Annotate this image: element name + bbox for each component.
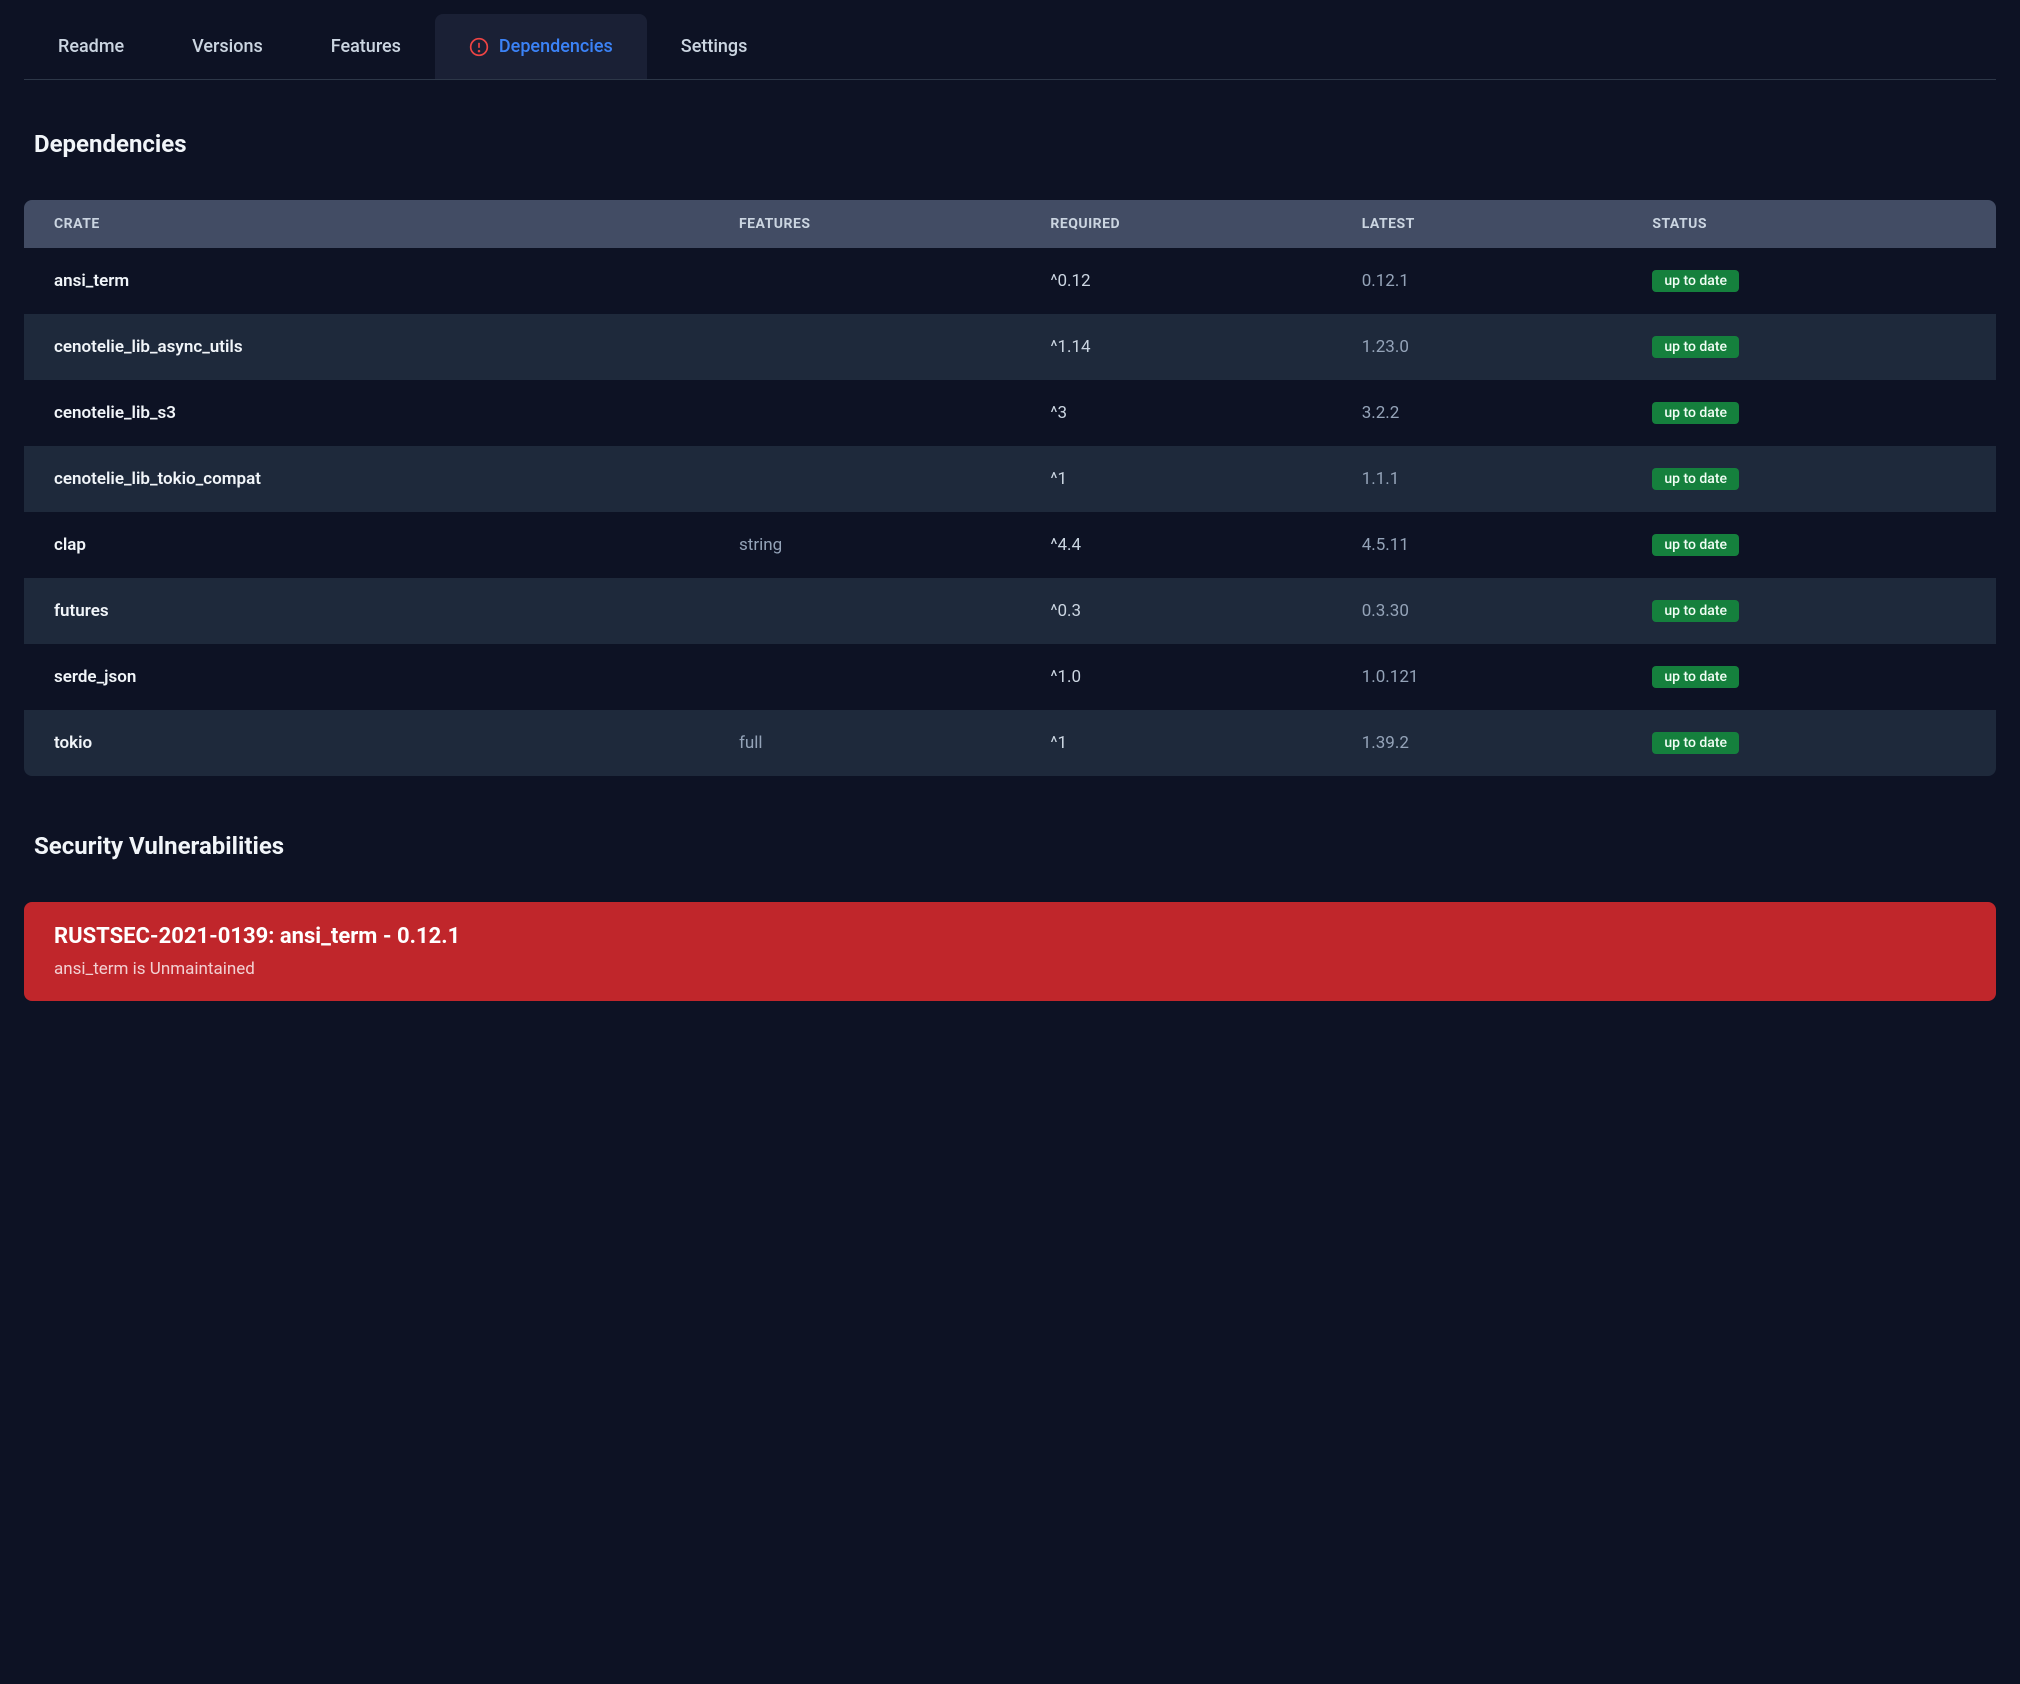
latest-cell: 0.12.1 (1332, 248, 1623, 314)
features-cell: string (709, 512, 1020, 578)
status-cell: up to date (1622, 248, 1996, 314)
security-heading: Security Vulnerabilities (24, 832, 1996, 860)
crate-name-cell: serde_json (24, 644, 709, 710)
features-cell (709, 446, 1020, 512)
header-status: STATUS (1622, 200, 1996, 248)
vulnerability-card[interactable]: RUSTSEC-2021-0139: ansi_term - 0.12.1 an… (24, 902, 1996, 1001)
alert-icon (469, 37, 489, 57)
crate-name-cell: clap (24, 512, 709, 578)
status-badge: up to date (1652, 402, 1739, 424)
tab-dependencies[interactable]: Dependencies (435, 14, 647, 79)
tab-settings[interactable]: Settings (647, 14, 782, 79)
required-cell: ^0.3 (1020, 578, 1331, 644)
crate-name-cell: futures (24, 578, 709, 644)
header-latest: LATEST (1332, 200, 1623, 248)
required-cell: ^3 (1020, 380, 1331, 446)
latest-cell: 1.39.2 (1332, 710, 1623, 776)
tab-readme[interactable]: Readme (24, 14, 158, 79)
table-row[interactable]: clapstring^4.44.5.11 up to date (24, 512, 1996, 578)
status-cell: up to date (1622, 710, 1996, 776)
tab-label: Readme (58, 36, 124, 57)
status-badge: up to date (1652, 666, 1739, 688)
required-cell: ^1.0 (1020, 644, 1331, 710)
features-cell (709, 644, 1020, 710)
vulnerability-description: ansi_term is Unmaintained (54, 959, 1966, 979)
features-cell (709, 578, 1020, 644)
status-cell: up to date (1622, 644, 1996, 710)
tab-label: Features (331, 36, 401, 57)
status-cell: up to date (1622, 446, 1996, 512)
crate-name-cell: cenotelie_lib_async_utils (24, 314, 709, 380)
required-cell: ^1 (1020, 446, 1331, 512)
crate-name-cell: cenotelie_lib_tokio_compat (24, 446, 709, 512)
latest-cell: 1.23.0 (1332, 314, 1623, 380)
status-cell: up to date (1622, 578, 1996, 644)
features-cell (709, 380, 1020, 446)
table-row[interactable]: cenotelie_lib_async_utils ^1.141.23.0 up t… (24, 314, 1996, 380)
required-cell: ^1 (1020, 710, 1331, 776)
crate-name-cell: ansi_term (24, 248, 709, 314)
tab-label: Versions (192, 36, 263, 57)
status-cell: up to date (1622, 314, 1996, 380)
status-badge: up to date (1652, 468, 1739, 490)
status-badge: up to date (1652, 600, 1739, 622)
dependencies-table: CRATE FEATURES REQUIRED LATEST STATUS an… (24, 200, 1996, 776)
features-cell (709, 248, 1020, 314)
table-row[interactable]: tokiofull^11.39.2 up to date (24, 710, 1996, 776)
table-row[interactable]: futures ^0.30.3.30 up to date (24, 578, 1996, 644)
status-cell: up to date (1622, 380, 1996, 446)
status-cell: up to date (1622, 512, 1996, 578)
latest-cell: 3.2.2 (1332, 380, 1623, 446)
latest-cell: 1.1.1 (1332, 446, 1623, 512)
latest-cell: 1.0.121 (1332, 644, 1623, 710)
tab-features[interactable]: Features (297, 14, 435, 79)
dependencies-heading: Dependencies (24, 130, 1996, 158)
latest-cell: 4.5.11 (1332, 512, 1623, 578)
header-crate: CRATE (24, 200, 709, 248)
crate-name-cell: cenotelie_lib_s3 (24, 380, 709, 446)
table-row[interactable]: ansi_term ^0.120.12.1 up to date (24, 248, 1996, 314)
tab-versions[interactable]: Versions (158, 14, 297, 79)
table-row[interactable]: serde_json ^1.01.0.121 up to date (24, 644, 1996, 710)
header-features: FEATURES (709, 200, 1020, 248)
status-badge: up to date (1652, 336, 1739, 358)
required-cell: ^4.4 (1020, 512, 1331, 578)
status-badge: up to date (1652, 270, 1739, 292)
tab-bar: Readme Versions Features Dependencies Se… (24, 14, 1996, 80)
features-cell (709, 314, 1020, 380)
header-required: REQUIRED (1020, 200, 1331, 248)
vulnerability-title: RUSTSEC-2021-0139: ansi_term - 0.12.1 (54, 924, 1966, 949)
crate-name-cell: tokio (24, 710, 709, 776)
dependencies-table-wrapper: CRATE FEATURES REQUIRED LATEST STATUS an… (24, 200, 1996, 776)
table-row[interactable]: cenotelie_lib_s3 ^33.2.2 up to date (24, 380, 1996, 446)
tab-label: Settings (681, 36, 748, 57)
table-row[interactable]: cenotelie_lib_tokio_compat ^11.1.1 up to d… (24, 446, 1996, 512)
status-badge: up to date (1652, 534, 1739, 556)
features-cell: full (709, 710, 1020, 776)
latest-cell: 0.3.30 (1332, 578, 1623, 644)
required-cell: ^0.12 (1020, 248, 1331, 314)
status-badge: up to date (1652, 732, 1739, 754)
tab-label: Dependencies (499, 36, 613, 57)
required-cell: ^1.14 (1020, 314, 1331, 380)
